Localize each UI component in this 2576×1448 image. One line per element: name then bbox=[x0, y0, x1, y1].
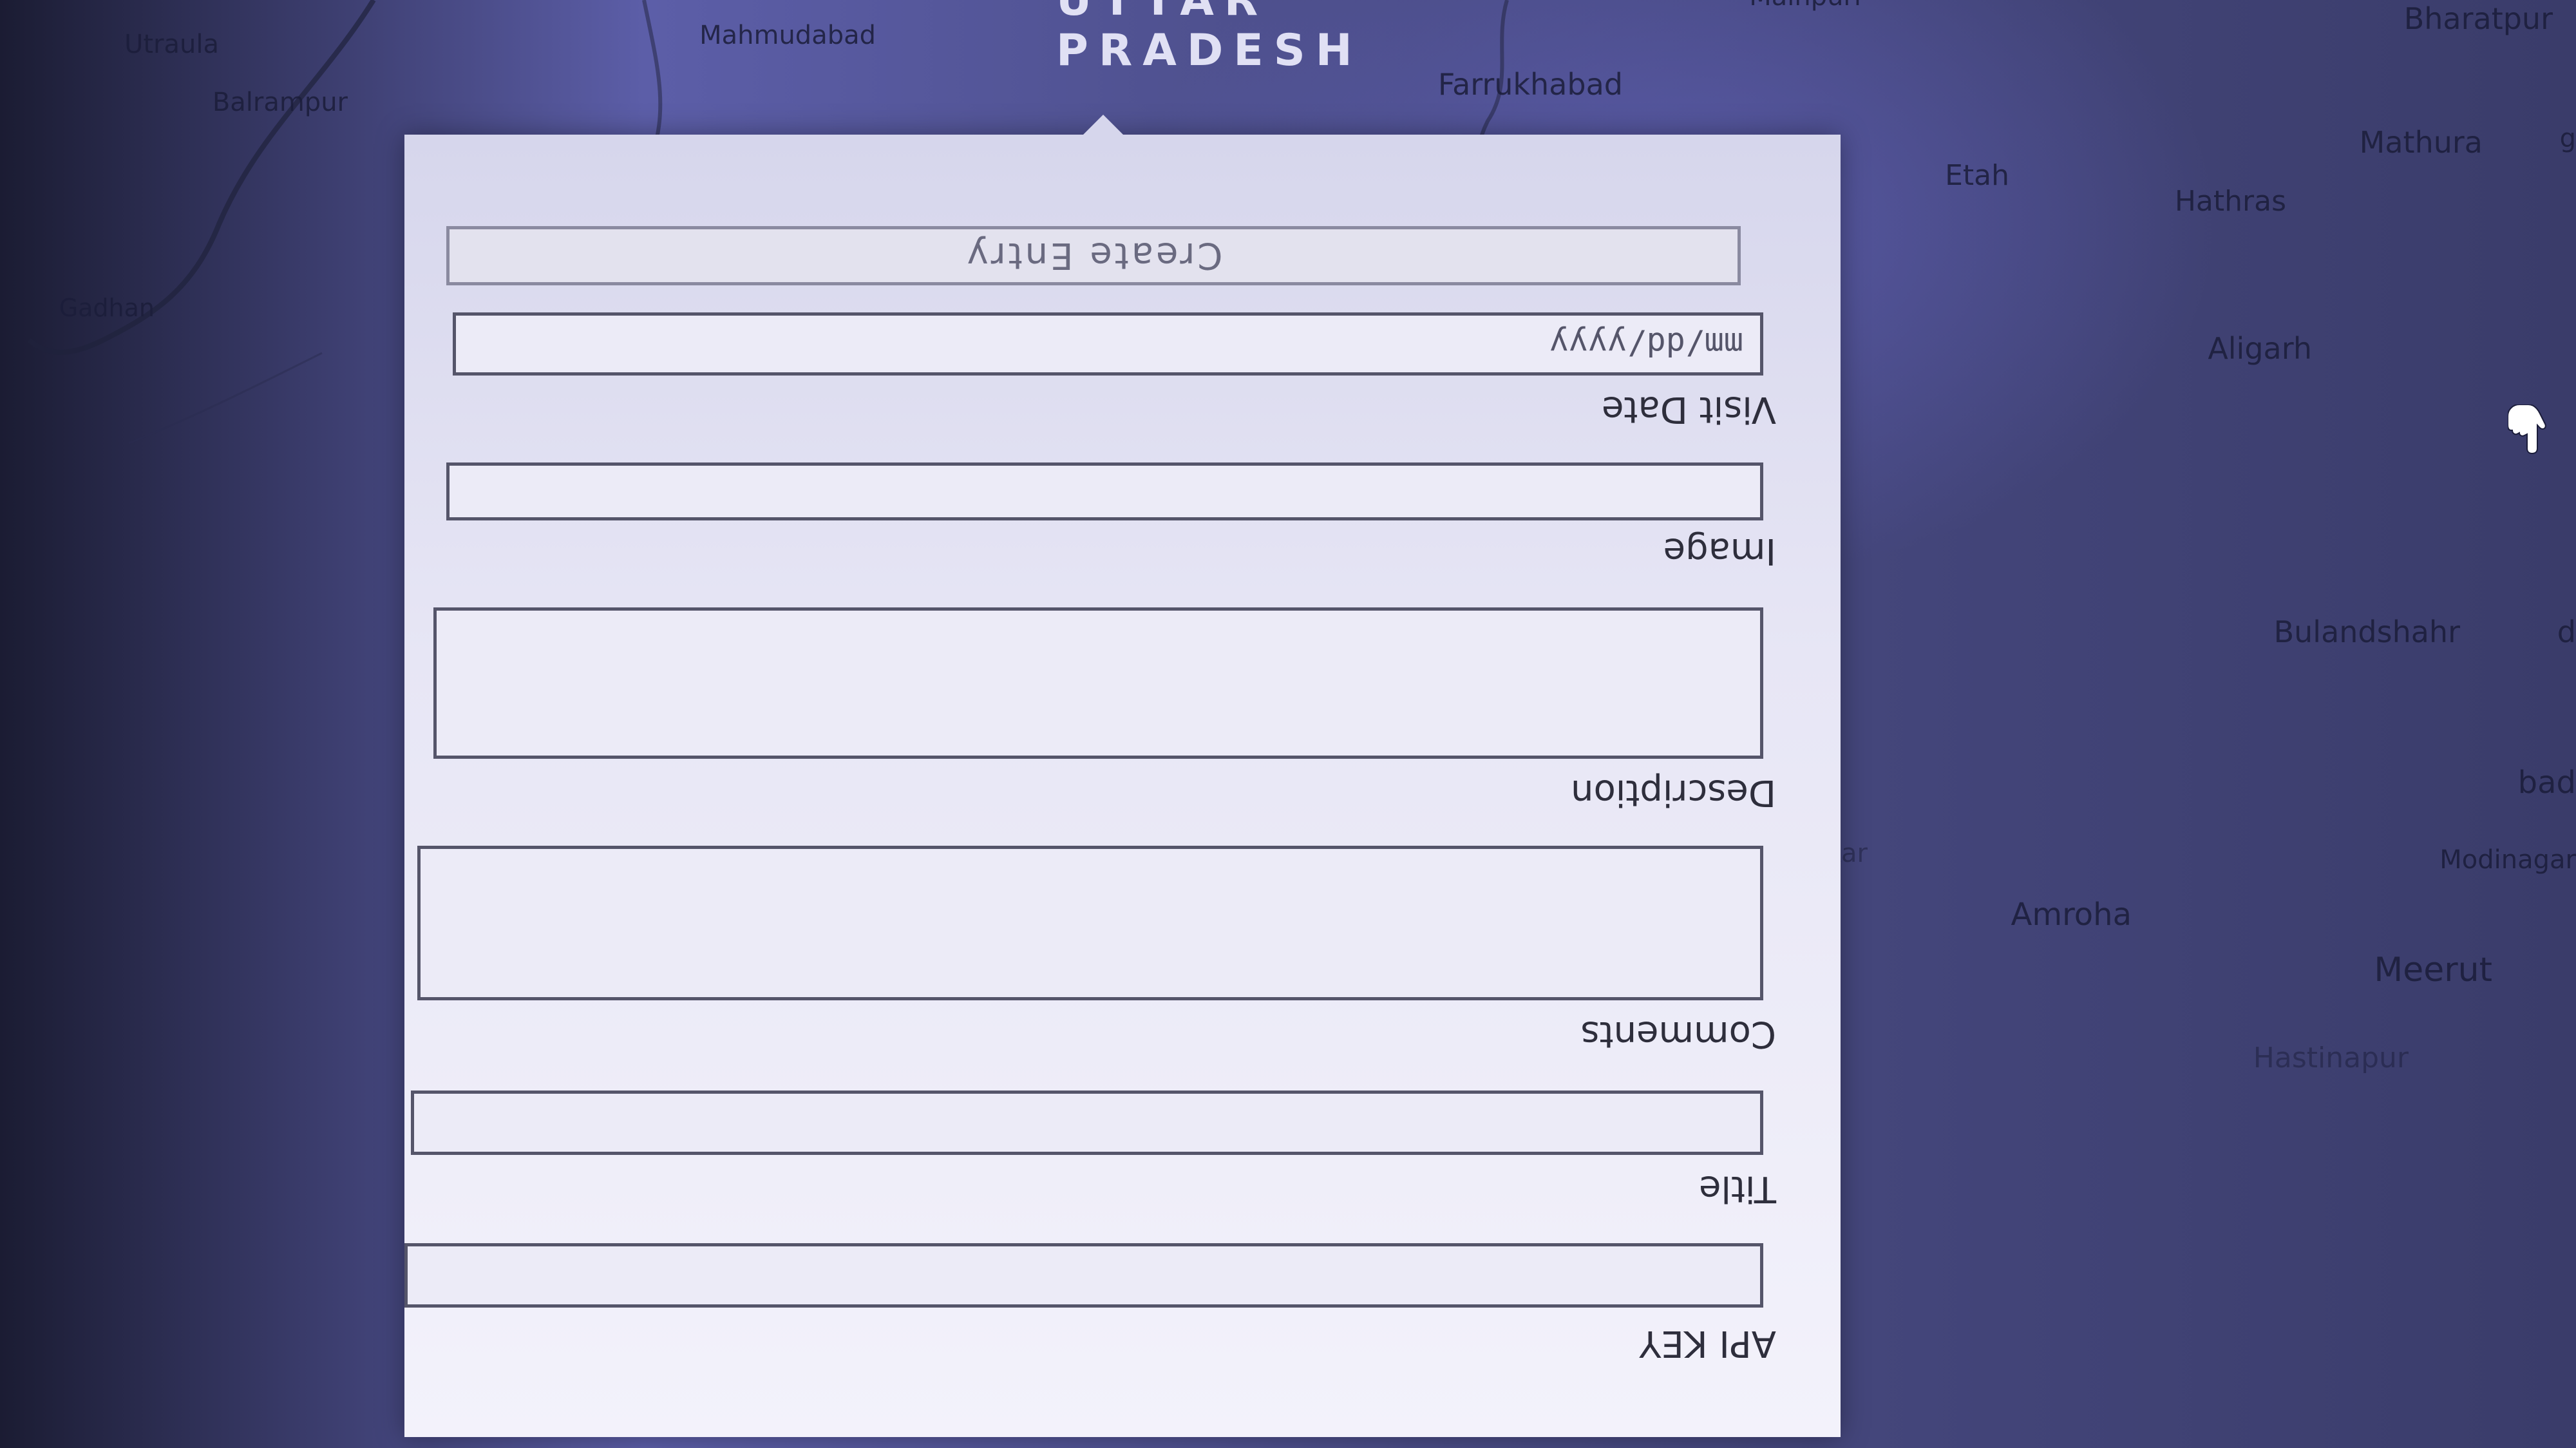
description-label: Description bbox=[1571, 772, 1776, 814]
map-label-region: UTTAR PRADESH bbox=[1056, 0, 1363, 76]
map-label-utraula: Utraula bbox=[124, 30, 219, 59]
image-label: Image bbox=[1663, 530, 1776, 572]
create-entry-button[interactable]: Create Entry bbox=[446, 226, 1741, 285]
map-label-etah: Etah bbox=[1945, 159, 2009, 192]
visit-date-label: Visit Date bbox=[1602, 388, 1776, 430]
map-label-bharatpur: Bharatpur bbox=[2403, 1, 2553, 36]
hand-pointer-icon bbox=[2507, 404, 2546, 456]
map-label-farrukhabad: Farrukhabad bbox=[1437, 67, 1623, 102]
map-label-g: g bbox=[2559, 124, 2576, 153]
visit-date-input[interactable]: mm/dd/yyyy bbox=[453, 312, 1763, 376]
comments-label: Comments bbox=[1580, 1013, 1776, 1055]
map-label-gadhan: Gadhan bbox=[59, 294, 155, 322]
api-key-input[interactable] bbox=[404, 1243, 1763, 1308]
map-label-balrampur: Balrampur bbox=[212, 88, 348, 117]
map-label-aligarh: Aligarh bbox=[2208, 331, 2312, 366]
popup-pointer-arrow bbox=[1077, 115, 1129, 140]
map-label-meerut: Meerut bbox=[2374, 951, 2492, 989]
visit-date-placeholder: mm/dd/yyyy bbox=[1549, 325, 1743, 363]
map-label-bulandshahr: Bulandshahr bbox=[2273, 614, 2460, 649]
map-label-mainpuri: Mainpuri bbox=[1749, 0, 1861, 12]
map-label-bad: bad bbox=[2517, 765, 2576, 801]
map-label-hathras: Hathras bbox=[2174, 185, 2286, 218]
map-label-modinagar: Modinagar bbox=[2439, 845, 2576, 875]
map-label-hastinapur: Hastinapur bbox=[2253, 1042, 2409, 1074]
map-label-mahmudabad: Mahmudabad bbox=[699, 21, 876, 50]
comments-textarea[interactable] bbox=[417, 846, 1763, 1000]
image-input[interactable] bbox=[446, 462, 1763, 520]
api-key-label: API KEY bbox=[1639, 1322, 1776, 1364]
map-label-amroha: Amroha bbox=[2011, 897, 2132, 933]
screen: Bharatpur Mainpuri Mahmudabad Utraula UT… bbox=[0, 0, 2576, 1448]
map-label-d: d bbox=[2557, 614, 2576, 649]
title-input[interactable] bbox=[411, 1091, 1763, 1155]
description-textarea[interactable] bbox=[433, 607, 1763, 759]
title-label: Title bbox=[1698, 1168, 1776, 1210]
map-label-mathura: Mathura bbox=[2359, 125, 2483, 160]
